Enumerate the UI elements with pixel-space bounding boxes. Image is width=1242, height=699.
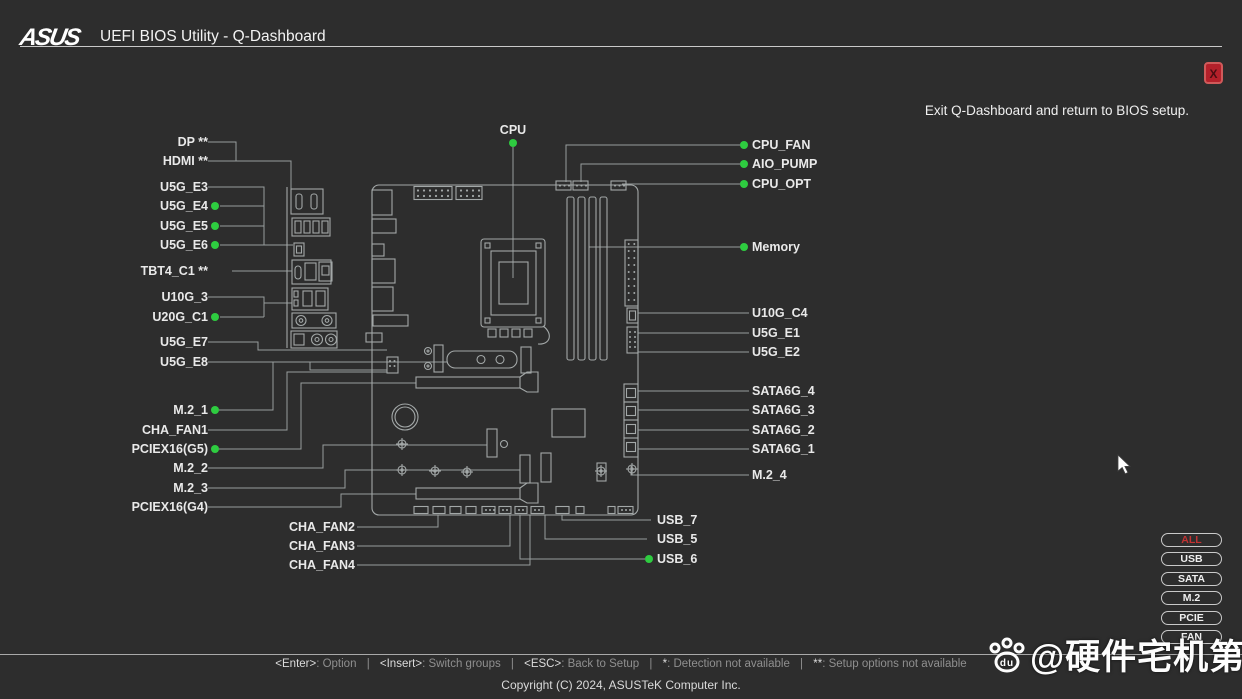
label-pciex16-g4: PCIEX16(G4) bbox=[38, 498, 208, 516]
label-sata6g-1: SATA6G_1 bbox=[752, 440, 815, 458]
label-hdmi: HDMI ** bbox=[38, 152, 208, 170]
label-u10g-c4: U10G_C4 bbox=[752, 304, 808, 322]
copyright: Copyright (C) 2024, ASUSTeK Computer Inc… bbox=[0, 678, 1242, 692]
cha-fan1-header bbox=[387, 357, 398, 373]
label-pciex16-g5: PCIEX16(G5) bbox=[38, 440, 208, 458]
watermark-text: @硬件宅机第 bbox=[1030, 629, 1242, 680]
front-usb-headers bbox=[627, 308, 638, 353]
filter-button-usb[interactable]: USB bbox=[1161, 552, 1222, 566]
status-dot bbox=[211, 406, 219, 414]
label-m2-3: M.2_3 bbox=[38, 479, 208, 497]
board-outline bbox=[372, 185, 638, 515]
label-m2-1: M.2_1 bbox=[38, 401, 208, 419]
label-usb-5: USB_5 bbox=[657, 530, 697, 548]
q-dashboard-screen: ASUS UEFI BIOS Utility - Q-Dashboard X E… bbox=[0, 0, 1242, 699]
status-dot bbox=[740, 141, 748, 149]
label-tbt4-c1: TBT4_C1 ** bbox=[38, 262, 208, 280]
label-u5g-e7: U5G_E7 bbox=[38, 333, 208, 351]
label-u5g-e5: U5G_E5 bbox=[38, 217, 208, 235]
status-dot-cpu bbox=[509, 139, 517, 147]
label-m2-4: M.2_4 bbox=[752, 466, 787, 484]
label-sata6g-3: SATA6G_3 bbox=[752, 401, 815, 419]
status-dot bbox=[211, 445, 219, 453]
label-cha-fan2: CHA_FAN2 bbox=[185, 518, 355, 536]
cpu-socket bbox=[481, 239, 549, 344]
filter-button-all[interactable]: ALL bbox=[1161, 533, 1222, 547]
label-memory: Memory bbox=[752, 238, 800, 256]
label-cpu-fan: CPU_FAN bbox=[752, 136, 810, 154]
watermark: du @硬件宅机第 bbox=[986, 629, 1242, 680]
label-u5g-e2: U5G_E2 bbox=[752, 343, 800, 361]
status-dot bbox=[211, 222, 219, 230]
paw-icon: du bbox=[986, 634, 1028, 676]
label-u10g-3: U10G_3 bbox=[38, 288, 208, 306]
label-u5g-e1: U5G_E1 bbox=[752, 324, 800, 342]
status-dot bbox=[740, 160, 748, 168]
label-aio-pump: AIO_PUMP bbox=[752, 155, 817, 173]
status-dot bbox=[645, 555, 653, 563]
cmos-battery bbox=[392, 404, 418, 430]
ram-slots bbox=[567, 197, 607, 360]
label-sata6g-4: SATA6G_4 bbox=[752, 382, 815, 400]
status-dot bbox=[211, 313, 219, 321]
atx-power-connector bbox=[625, 240, 638, 306]
screw-icons bbox=[396, 438, 638, 478]
label-cpu-opt: CPU_OPT bbox=[752, 175, 811, 193]
rear-io-ports bbox=[287, 187, 337, 348]
label-u5g-e4: U5G_E4 bbox=[38, 197, 208, 215]
label-u5g-e8: U5G_E8 bbox=[38, 353, 208, 371]
label-u5g-e3: U5G_E3 bbox=[38, 178, 208, 196]
filter-button-sata[interactable]: SATA bbox=[1161, 572, 1222, 586]
filter-button-m2[interactable]: M.2 bbox=[1161, 591, 1222, 605]
status-dot bbox=[211, 202, 219, 210]
leader-lines bbox=[208, 142, 749, 565]
label-usb-6: USB_6 bbox=[657, 550, 697, 568]
status-dot bbox=[211, 241, 219, 249]
label-sata6g-2: SATA6G_2 bbox=[752, 421, 815, 439]
chipset bbox=[552, 409, 585, 437]
status-dot bbox=[740, 180, 748, 188]
status-dot bbox=[740, 243, 748, 251]
m2-heatsink bbox=[425, 345, 532, 373]
svg-text:du: du bbox=[1000, 658, 1014, 669]
label-dp: DP ** bbox=[38, 133, 208, 151]
label-u20g-c1: U20G_C1 bbox=[38, 308, 208, 326]
mouse-cursor bbox=[1117, 454, 1133, 476]
m2-vertical-slots bbox=[487, 429, 606, 483]
label-u5g-e6: U5G_E6 bbox=[38, 236, 208, 254]
label-m2-2: M.2_2 bbox=[38, 459, 208, 477]
filter-button-pcie[interactable]: PCIE bbox=[1161, 611, 1222, 625]
label-usb-7: USB_7 bbox=[657, 511, 697, 529]
label-cha-fan3: CHA_FAN3 bbox=[185, 537, 355, 555]
label-cha-fan4: CHA_FAN4 bbox=[185, 556, 355, 574]
sata-ports bbox=[624, 384, 638, 457]
label-cha-fan1: CHA_FAN1 bbox=[38, 421, 208, 439]
label-cpu: CPU bbox=[483, 121, 543, 139]
